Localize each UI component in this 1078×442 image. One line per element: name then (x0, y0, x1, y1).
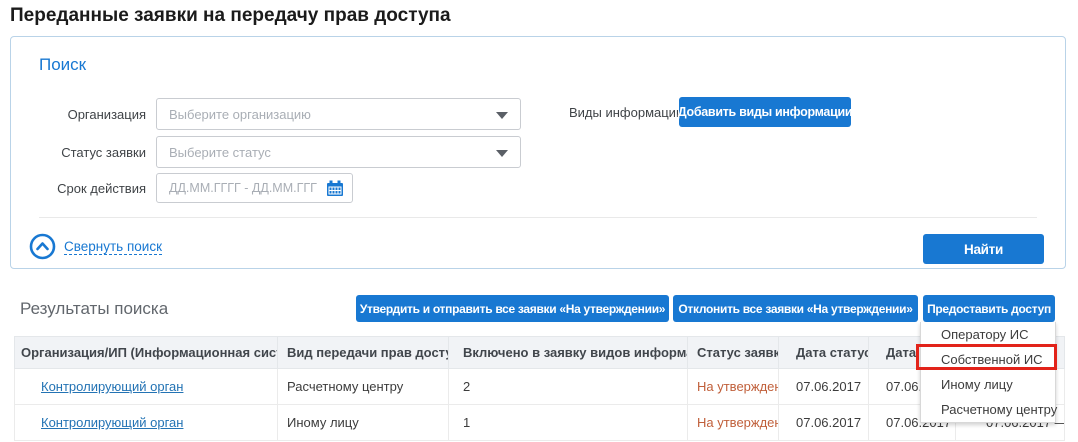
search-heading: Поиск (39, 55, 87, 74)
menu-item-settlement-center[interactable]: Расчетному центру (921, 397, 1057, 422)
col-header-transfer-type: Вид передачи прав доступа (277, 336, 449, 369)
validity-range-field[interactable] (156, 173, 353, 203)
organization-select[interactable]: Выберите организацию (156, 98, 521, 130)
info-count-cell: 2 (448, 368, 688, 405)
col-header-organization: Организация/ИП (Информационная система) (14, 336, 278, 369)
decline-all-button[interactable]: Отклонить все заявки «На утверждении» (673, 295, 918, 322)
search-panel: Поиск Организация Выберите организацию С… (10, 36, 1066, 269)
grant-access-button[interactable]: Предоставить доступ (923, 295, 1055, 322)
organization-placeholder: Выберите организацию (169, 106, 311, 122)
menu-item-other-person[interactable]: Иному лицу (921, 372, 1055, 397)
col-header-info-count: Включено в заявку видов информации (448, 336, 688, 369)
table-row: Контролирующий орган Иному лицу 1 На утв… (14, 404, 1065, 441)
menu-item-operator-is[interactable]: Оператору ИС (921, 322, 1055, 347)
status-date-cell: 07.06.2017 (778, 404, 869, 441)
status-label: Статус заявки (61, 145, 146, 160)
transfer-type-cell: Иному лицу (277, 404, 449, 441)
transfer-type-cell: Расчетному центру (277, 368, 449, 405)
menu-item-own-is[interactable]: Собственной ИС (921, 347, 1055, 372)
results-table: Организация/ИП (Информационная система) … (14, 336, 1065, 441)
find-button[interactable]: Найти (923, 234, 1044, 264)
collapse-search-link[interactable]: Свернуть поиск (64, 239, 162, 255)
chevron-down-icon[interactable] (496, 150, 508, 157)
status-badge: На утверждении (697, 379, 778, 394)
status-placeholder: Выберите статус (169, 144, 271, 160)
table-header-row: Организация/ИП (Информационная система) … (14, 336, 1065, 369)
validity-range-input[interactable] (169, 181, 317, 195)
status-badge: На утверждении (697, 415, 778, 430)
panel-divider (39, 217, 1037, 218)
col-header-status-date: Дата статуса (778, 336, 869, 369)
col-header-status: Статус заявки (687, 336, 779, 369)
add-info-types-button[interactable]: Добавить виды информации (678, 97, 853, 127)
status-date-cell: 07.06.2017 (778, 368, 869, 405)
info-types-label: Виды информации (569, 105, 684, 120)
chevron-down-icon[interactable] (496, 112, 508, 119)
organization-link[interactable]: Контролирующий орган (41, 379, 183, 394)
grant-access-menu: Оператору ИС Собственной ИС Иному лицу Р… (920, 322, 1057, 423)
validity-label: Срок действия (57, 181, 146, 196)
collapse-circle-icon[interactable] (29, 233, 56, 260)
organization-link[interactable]: Контролирующий орган (41, 415, 183, 430)
info-count-cell: 1 (448, 404, 688, 441)
page: Переданные заявки на передачу прав досту… (0, 0, 1078, 442)
table-row: Контролирующий орган Расчетному центру 2… (14, 368, 1065, 405)
page-title: Переданные заявки на передачу прав досту… (10, 5, 451, 26)
organization-label: Организация (67, 107, 146, 122)
approve-all-button[interactable]: Утвердить и отправить все заявки «На утв… (356, 295, 669, 322)
results-heading: Результаты поиска (20, 299, 169, 318)
calendar-icon[interactable] (326, 180, 344, 197)
status-select[interactable]: Выберите статус (156, 136, 521, 168)
